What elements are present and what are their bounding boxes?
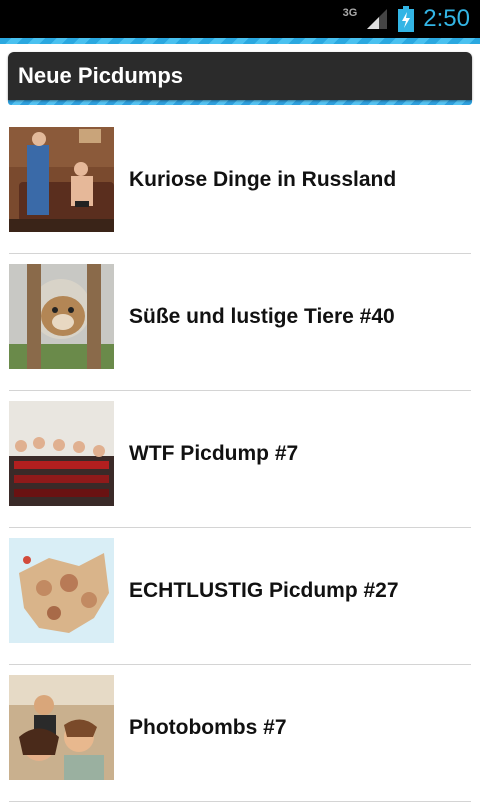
list-item[interactable]: Kuriose Dinge in Russland [9, 117, 471, 254]
page-title: Neue Picdumps [18, 63, 184, 88]
list-item[interactable]: Photobombs #7 [9, 665, 471, 802]
signal-icon [365, 7, 389, 31]
thumbnail-image [9, 675, 114, 780]
thumbnail-image [9, 538, 114, 643]
thumbnail-image [9, 264, 114, 369]
list-item[interactable]: ECHTLUSTIG Picdump #27 [9, 528, 471, 665]
action-bar-accent [8, 100, 472, 105]
list-item[interactable]: Süße und lustige Tiere #40 [9, 254, 471, 391]
item-title: WTF Picdump #7 [129, 441, 299, 465]
item-title: Photobombs #7 [129, 715, 287, 739]
picdump-list: Kuriose Dinge in Russland Süße und lusti… [0, 117, 480, 802]
list-item[interactable]: WTF Picdump #7 [9, 391, 471, 528]
thumbnail-image [9, 127, 114, 232]
clock: 2:50 [423, 5, 470, 32]
top-accent-strip [0, 38, 480, 44]
action-bar: Neue Picdumps [8, 52, 472, 100]
network-type: 3G [342, 7, 358, 19]
battery-icon [397, 6, 415, 32]
thumbnail-image [9, 401, 114, 506]
item-title: Süße und lustige Tiere #40 [129, 304, 395, 328]
item-title: Kuriose Dinge in Russland [129, 167, 397, 191]
status-bar: 3G 2:50 [0, 0, 480, 38]
item-title: ECHTLUSTIG Picdump #27 [129, 578, 399, 602]
